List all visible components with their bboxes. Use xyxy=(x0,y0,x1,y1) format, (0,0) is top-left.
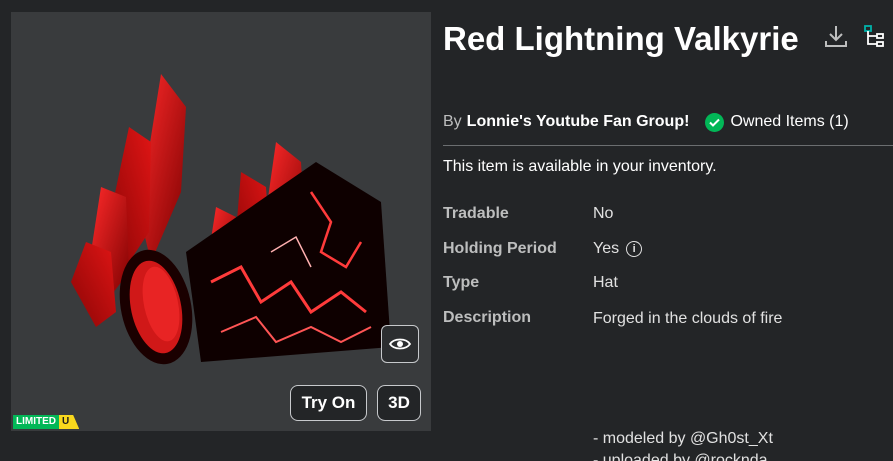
type-label: Type xyxy=(443,274,480,291)
eye-icon xyxy=(389,338,411,350)
preview-button[interactable] xyxy=(381,325,419,363)
availability-text: This item is available in your inventory… xyxy=(443,158,717,175)
holding-period-value: Yes i xyxy=(593,240,643,258)
holding-period-value-text: Yes xyxy=(593,240,620,257)
holding-period-label: Holding Period xyxy=(443,240,557,257)
description-credit-line-1: - modeled by @Gh0st_Xt xyxy=(593,430,773,447)
check-icon xyxy=(705,112,725,132)
unique-label: U xyxy=(59,415,80,429)
type-value: Hat xyxy=(593,274,618,292)
by-prefix: By xyxy=(443,113,462,130)
download-icon[interactable] xyxy=(824,24,848,48)
info-icon[interactable]: i xyxy=(626,241,643,257)
limited-label: LIMITED xyxy=(13,415,59,429)
description-value-text: Forged in the clouds of fire xyxy=(593,310,783,327)
byline: By Lonnie's Youtube Fan Group! Owned Ite… xyxy=(443,111,893,133)
limited-unique-badge: LIMITED U xyxy=(13,415,80,429)
item-image xyxy=(71,74,391,365)
tradable-value: No xyxy=(593,205,613,223)
item-title: Red Lightning Valkyrie xyxy=(443,20,799,57)
item-thumbnail: Try On 3D LIMITED U xyxy=(11,12,431,431)
description-label: Description xyxy=(443,309,532,326)
description-credit-line-2: - uploaded by @rocknda xyxy=(593,452,768,461)
try-on-button[interactable]: Try On xyxy=(290,385,367,421)
tradable-value-text: No xyxy=(593,205,614,222)
owned-items-label: Owned Items (1) xyxy=(730,113,849,130)
item-details-page: Try On 3D LIMITED U Red Lightning Valkyr… xyxy=(0,0,893,461)
owned-items-indicator[interactable]: Owned Items (1) xyxy=(705,112,849,132)
type-value-text: Hat xyxy=(593,274,618,291)
3d-button[interactable]: 3D xyxy=(377,385,421,421)
description-value: Forged in the clouds of fire xyxy=(593,310,782,328)
tradable-label: Tradable xyxy=(443,205,509,222)
divider xyxy=(443,145,893,146)
hierarchy-icon[interactable] xyxy=(863,24,887,48)
creator-link[interactable]: Lonnie's Youtube Fan Group! xyxy=(467,113,690,131)
